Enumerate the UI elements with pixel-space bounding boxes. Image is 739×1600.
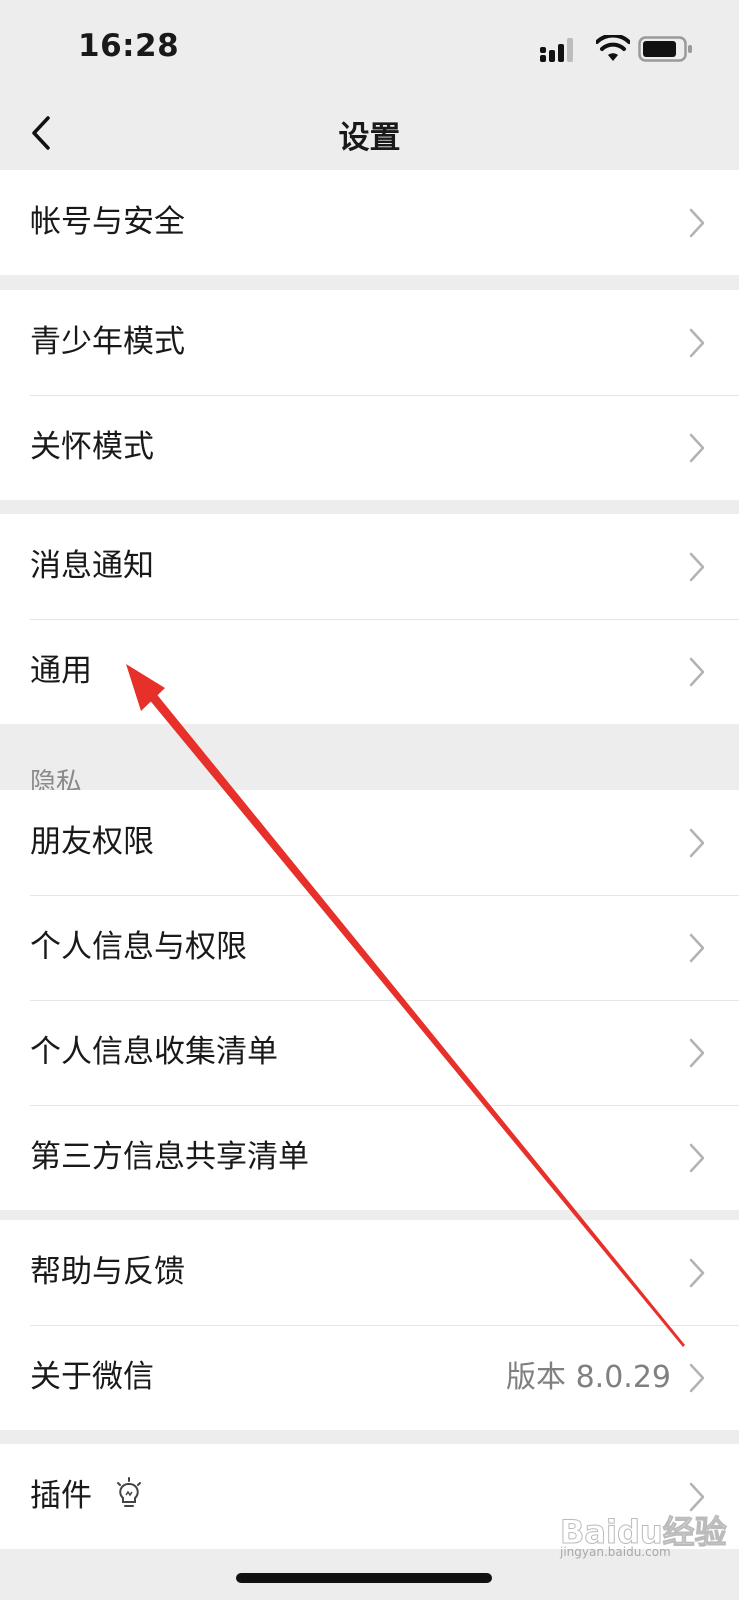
settings-group-account: 帐号与安全 xyxy=(0,170,739,275)
settings-item-general[interactable]: 通用 xyxy=(0,619,739,724)
chevron-right-icon xyxy=(689,328,705,358)
version-value: 版本 8.0.29 xyxy=(506,1360,671,1395)
battery-icon xyxy=(638,36,692,62)
chevron-right-icon xyxy=(689,1038,705,1068)
settings-item-label: 第三方信息共享清单 xyxy=(30,1139,309,1175)
page-title: 设置 xyxy=(338,120,401,156)
home-indicator xyxy=(236,1573,492,1583)
settings-item-label: 朋友权限 xyxy=(30,824,154,860)
chevron-right-icon xyxy=(689,1258,705,1288)
settings-item-help-feedback[interactable]: 帮助与反馈 xyxy=(0,1220,739,1325)
settings-item-youth-mode[interactable]: 青少年模式 xyxy=(0,290,739,395)
settings-item-label: 个人信息收集清单 xyxy=(30,1034,278,1070)
settings-group-notifications: 消息通知 通用 xyxy=(0,514,739,724)
settings-item-label: 插件 xyxy=(30,1478,92,1514)
chevron-right-icon xyxy=(689,433,705,463)
settings-item-about-wechat[interactable]: 关于微信 版本 8.0.29 xyxy=(0,1325,739,1430)
settings-item-label: 帮助与反馈 xyxy=(30,1254,185,1290)
settings-group-help-about: 帮助与反馈 关于微信 版本 8.0.29 xyxy=(0,1220,739,1430)
nav-bar: 设置 xyxy=(0,92,739,174)
watermark-subtext: jingyan.baidu.com xyxy=(560,1545,671,1559)
chevron-right-icon xyxy=(689,1143,705,1173)
settings-item-personal-info-list[interactable]: 个人信息收集清单 xyxy=(0,1000,739,1105)
settings-item-third-party-sharing[interactable]: 第三方信息共享清单 xyxy=(0,1105,739,1210)
settings-item-notifications[interactable]: 消息通知 xyxy=(0,514,739,619)
settings-item-label: 青少年模式 xyxy=(30,324,185,360)
chevron-right-icon xyxy=(689,208,705,238)
settings-group-privacy: 朋友权限 个人信息与权限 个人信息收集清单 第三方信息共享清单 xyxy=(0,790,739,1210)
chevron-right-icon xyxy=(689,552,705,582)
status-bar: 16:28 xyxy=(0,0,739,92)
settings-item-label: 帐号与安全 xyxy=(30,204,185,240)
settings-item-friend-permissions[interactable]: 朋友权限 xyxy=(0,790,739,895)
chevron-right-icon xyxy=(689,657,705,687)
settings-item-label: 个人信息与权限 xyxy=(30,929,247,965)
settings-item-label: 关于微信 xyxy=(30,1359,154,1395)
chevron-right-icon xyxy=(689,828,705,858)
status-time: 16:28 xyxy=(78,28,180,64)
settings-item-label: 通用 xyxy=(30,653,92,689)
lightbulb-icon xyxy=(117,1477,141,1507)
settings-item-label: 关怀模式 xyxy=(30,429,154,465)
settings-item-care-mode[interactable]: 关怀模式 xyxy=(0,395,739,500)
cellular-signal-icon xyxy=(540,38,573,62)
chevron-right-icon xyxy=(689,933,705,963)
wifi-icon xyxy=(596,35,630,61)
settings-item-personal-info-permissions[interactable]: 个人信息与权限 xyxy=(0,895,739,1000)
settings-item-label: 消息通知 xyxy=(30,548,154,584)
settings-group-modes: 青少年模式 关怀模式 xyxy=(0,290,739,500)
chevron-right-icon xyxy=(689,1363,705,1393)
settings-item-account-security[interactable]: 帐号与安全 xyxy=(0,170,739,275)
